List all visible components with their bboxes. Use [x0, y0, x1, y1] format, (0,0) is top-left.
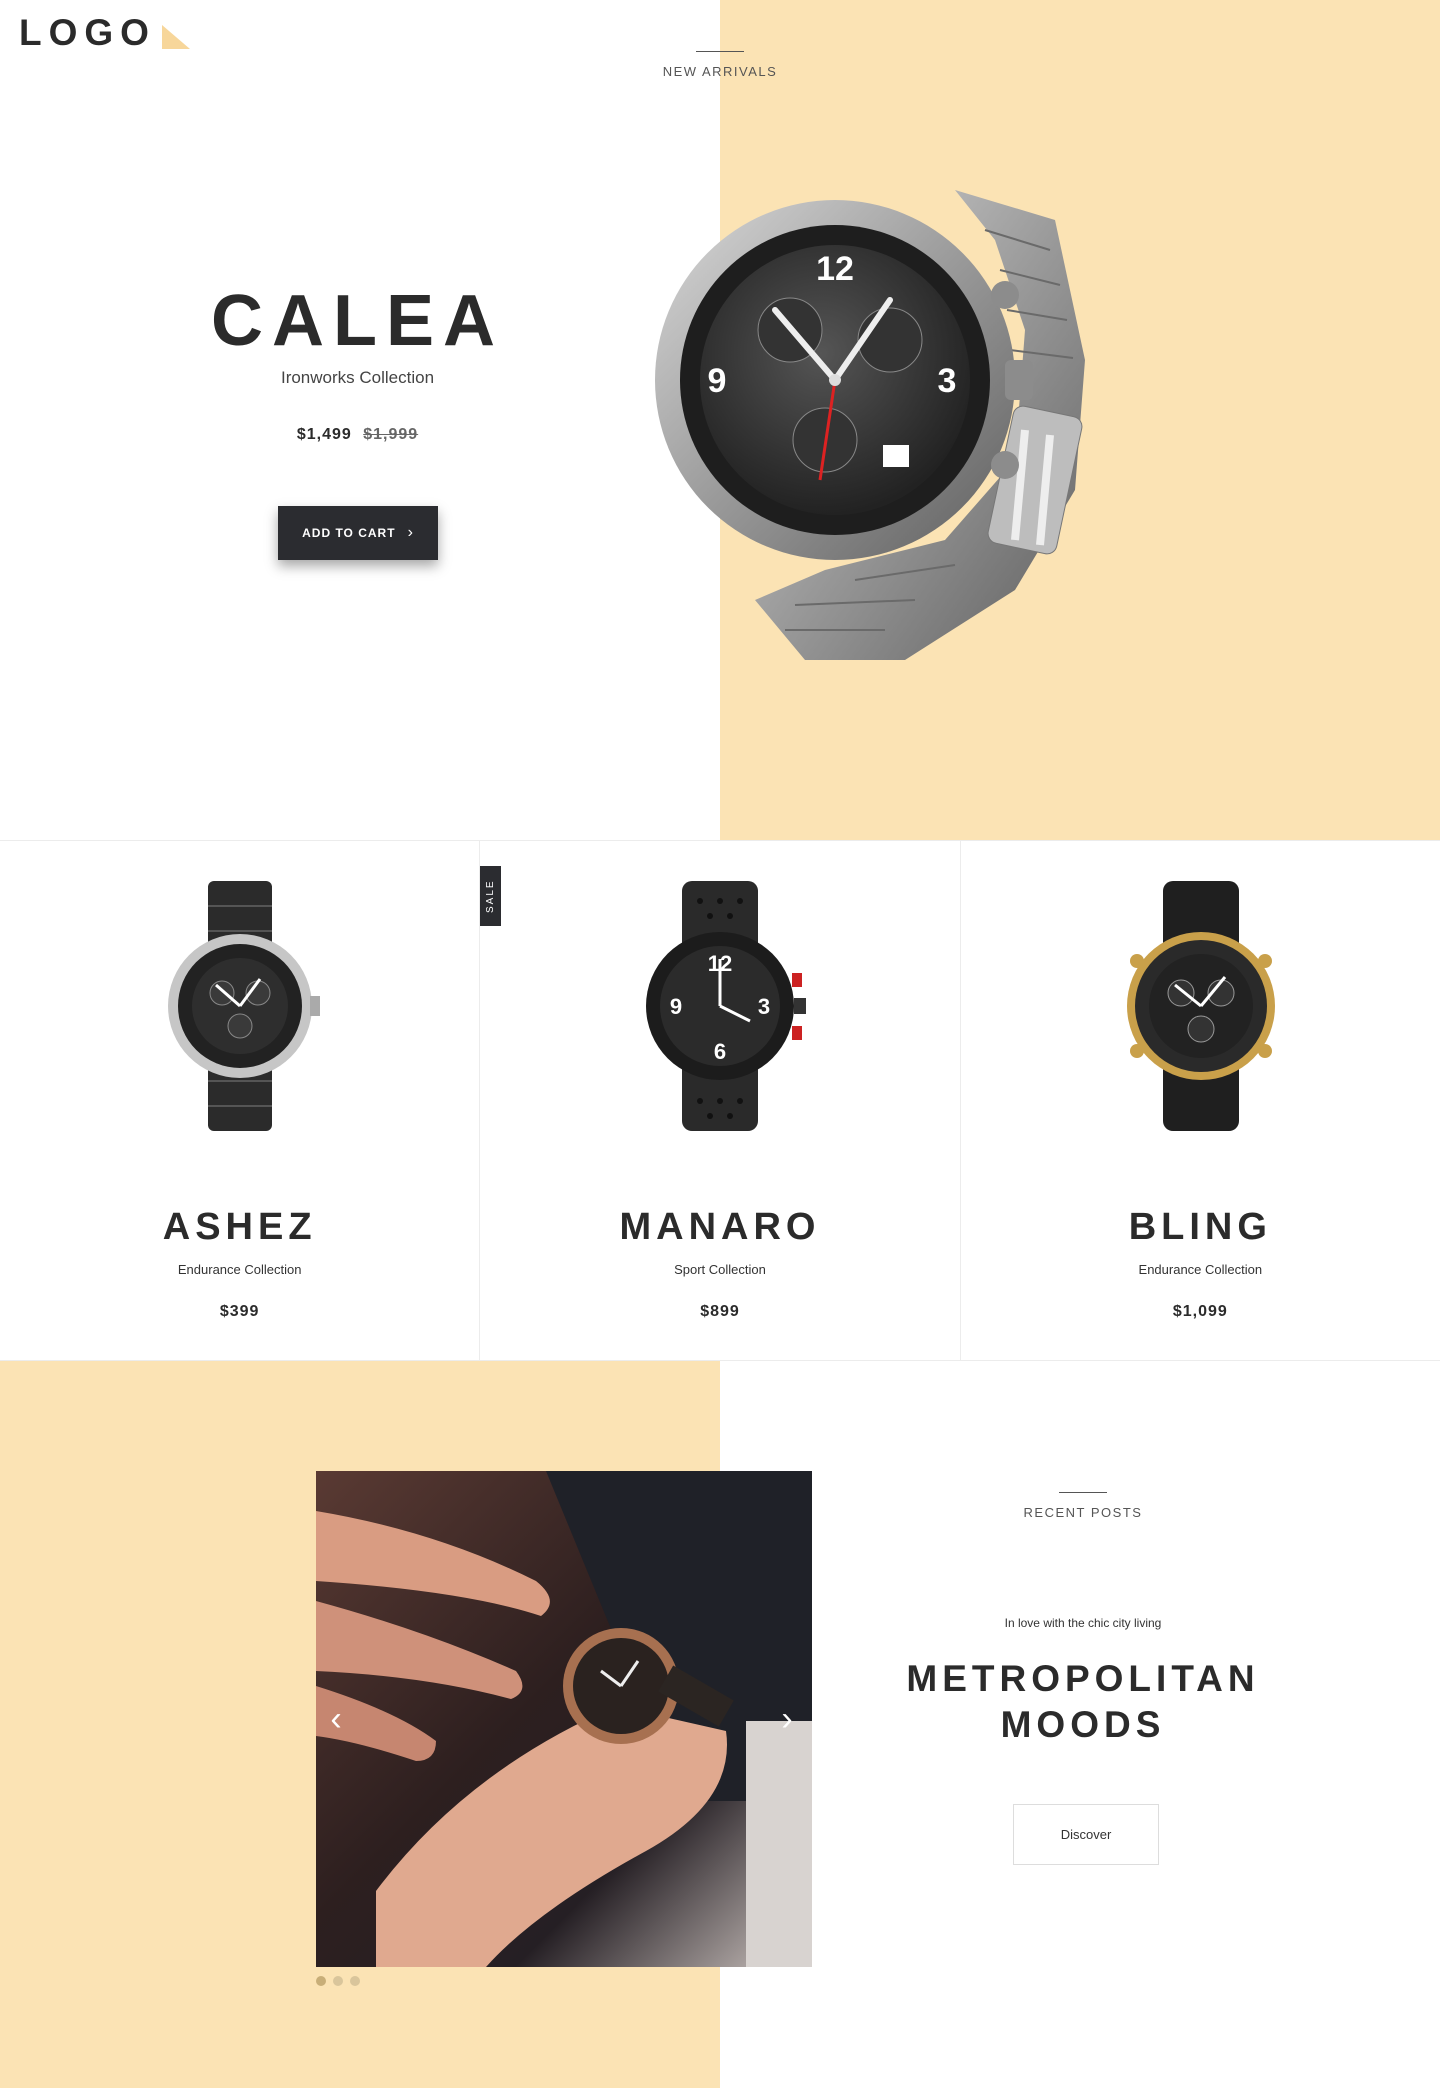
add-to-cart-button[interactable]: ADD TO CART › — [278, 506, 438, 560]
product-collection: Sport Collection — [674, 1262, 766, 1277]
svg-text:6: 6 — [714, 1039, 726, 1064]
logo-mark-icon — [161, 25, 190, 49]
slider-dot[interactable] — [350, 1976, 360, 1986]
hero-collection-name: Ironworks Collection — [280, 368, 435, 387]
chevron-right-icon: › — [407, 524, 414, 541]
product-price: $899 — [700, 1303, 740, 1320]
post-title[interactable]: METROPOLITAN MOODS — [880, 1656, 1286, 1748]
product-collection: Endurance Collection — [1138, 1262, 1263, 1277]
add-to-cart-label: ADD TO CART — [302, 526, 396, 540]
new-arrivals-label: NEW ARRIVALS — [620, 51, 820, 79]
hero-price: $1,499 — [296, 426, 352, 443]
slider-dots — [316, 1976, 367, 1986]
recent-posts-section: ‹ › RECENT POSTS In love with the chic c… — [0, 1361, 1440, 2088]
product-name[interactable]: BLING — [961, 1206, 1440, 1249]
product-price: $1,099 — [1172, 1303, 1228, 1320]
hero-prices: $1,499 $1,999 — [200, 426, 515, 444]
product-collection: Endurance Collection — [177, 1262, 302, 1277]
product-card[interactable]: ASHEZ Endurance Collection $399 — [0, 841, 479, 1360]
logo-text: LOGO — [19, 12, 156, 53]
svg-text:12: 12 — [816, 250, 854, 288]
product-name[interactable]: ASHEZ — [0, 1206, 479, 1249]
ashez-watch-image[interactable] — [140, 881, 340, 1131]
product-card[interactable]: SALE 12 9 3 6 MANARO Sport Collection $8… — [479, 841, 959, 1360]
slider-dot[interactable] — [316, 1976, 326, 1986]
post-kicker: In love with the chic city living — [1004, 1616, 1162, 1630]
logo[interactable]: LOGO — [19, 12, 190, 54]
post-title-line-1: METROPOLITAN — [906, 1658, 1260, 1699]
recent-posts-label: RECENT POSTS — [983, 1492, 1183, 1520]
svg-text:9: 9 — [708, 362, 727, 400]
hero-watch-image: 12 9 3 — [655, 190, 1085, 660]
svg-text:3: 3 — [758, 994, 770, 1019]
slider-prev-arrow-icon[interactable]: ‹ — [321, 1699, 351, 1739]
manaro-watch-image[interactable]: 12 9 3 6 — [620, 881, 820, 1131]
svg-text:3: 3 — [938, 362, 957, 400]
product-name[interactable]: MANARO — [480, 1206, 959, 1249]
wrist-watch-photo — [316, 1471, 812, 1967]
post-title-line-2: MOODS — [1000, 1704, 1166, 1745]
slider-dot[interactable] — [333, 1976, 343, 1986]
product-price: $399 — [219, 1303, 260, 1320]
hero-section: LOGO NEW ARRIVALS CALEA Ironworks Collec… — [0, 0, 1440, 840]
discover-button[interactable]: Discover — [1013, 1804, 1159, 1865]
svg-text:9: 9 — [670, 994, 682, 1019]
blog-slider-image[interactable]: ‹ › — [316, 1471, 812, 1967]
slider-next-arrow-icon[interactable]: › — [772, 1699, 802, 1739]
product-grid: ASHEZ Endurance Collection $399 SALE 12 … — [0, 840, 1440, 1361]
product-card[interactable]: BLING Endurance Collection $1,099 — [959, 841, 1440, 1360]
bling-watch-image[interactable] — [1101, 881, 1301, 1131]
hero-product-title: CALEA — [211, 281, 504, 361]
hero-old-price: $1,999 — [363, 426, 419, 443]
sale-badge: SALE — [480, 866, 502, 926]
